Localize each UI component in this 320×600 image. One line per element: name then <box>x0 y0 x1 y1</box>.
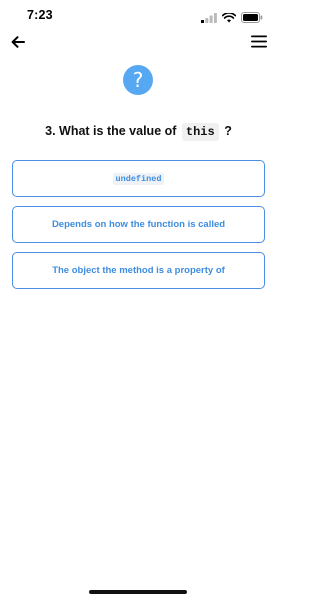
back-button[interactable] <box>8 34 28 54</box>
home-indicator[interactable] <box>89 590 187 594</box>
answer-label: The object the method is a property of <box>52 265 225 276</box>
status-icons <box>201 10 263 28</box>
answer-option-1[interactable]: undefined <box>12 160 265 197</box>
question-title: 3. What is the value of this ? <box>0 123 277 141</box>
answer-label: undefined <box>112 172 165 185</box>
question-mark-icon: ? <box>123 65 153 95</box>
status-time: 7:23 <box>27 8 53 22</box>
question-badge-symbol: ? <box>132 68 144 92</box>
status-bar: 7:23 <box>0 0 277 30</box>
menu-button[interactable] <box>250 35 268 53</box>
arrow-left-icon <box>11 35 25 53</box>
answer-option-3[interactable]: The object the method is a property of <box>12 252 265 289</box>
answer-option-2[interactable]: Depends on how the function is called <box>12 206 265 243</box>
battery-icon <box>241 10 263 28</box>
wifi-icon <box>221 10 237 28</box>
answer-list: undefined Depends on how the function is… <box>12 160 265 298</box>
hamburger-menu-icon <box>251 35 267 53</box>
nav-bar <box>0 30 277 58</box>
question-prefix: 3. What is the value of <box>45 124 177 138</box>
answer-label: Depends on how the function is called <box>51 219 226 230</box>
question-suffix: ? <box>224 124 232 138</box>
signal-icon <box>201 10 217 28</box>
question-code: this <box>181 123 219 141</box>
